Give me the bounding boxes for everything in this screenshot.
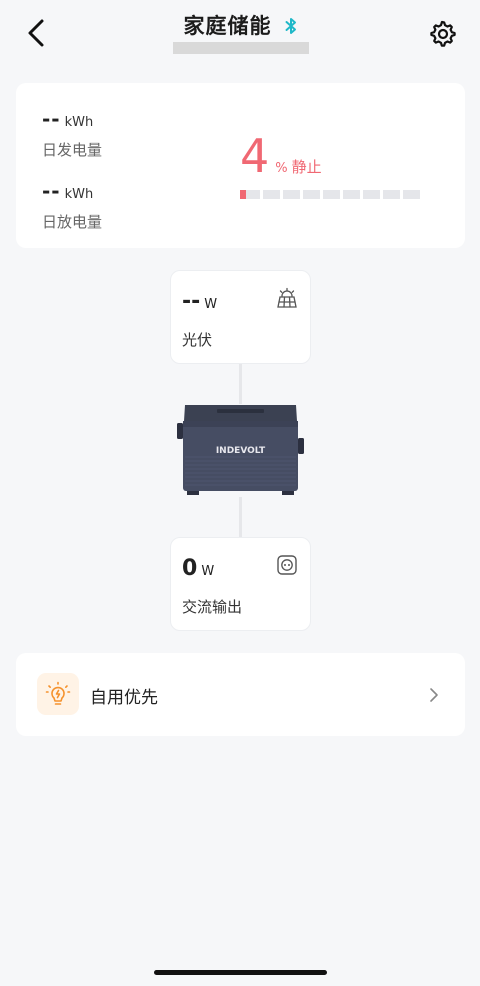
gear-icon[interactable] xyxy=(428,20,456,48)
ac-label: 交流输出 xyxy=(182,598,243,616)
lightbulb-icon xyxy=(45,681,71,705)
flow-line-ac xyxy=(239,497,242,537)
battery-segment xyxy=(303,190,320,199)
battery-percent-value: 4 xyxy=(240,129,270,183)
daily-discharge-value: -- xyxy=(42,179,61,203)
pv-unit: W xyxy=(204,297,218,312)
work-mode-row[interactable]: 自用优先 xyxy=(16,653,465,736)
battery-percent-unit: % xyxy=(275,161,288,176)
home-indicator[interactable] xyxy=(154,970,327,975)
chevron-right-icon xyxy=(430,688,438,702)
outlet-icon xyxy=(277,555,297,575)
pv-card[interactable]: -- W 光伏 xyxy=(170,270,311,364)
header-bar: 家庭储能 xyxy=(0,0,480,70)
battery-segment xyxy=(283,190,300,199)
mode-icon-badge xyxy=(37,673,79,715)
battery-level-bar xyxy=(240,190,420,199)
battery-level: 4% 静止 xyxy=(240,129,322,183)
energy-summary-card: -- kWh 日发电量 -- kWh 日放电量 4% 静止 xyxy=(16,83,465,248)
ac-value: 0 xyxy=(182,556,198,581)
flow-line-pv xyxy=(239,364,242,404)
battery-segment xyxy=(403,190,420,199)
pv-value-group: -- W xyxy=(182,289,217,314)
page-title: 家庭储能 xyxy=(183,14,272,38)
battery-segment xyxy=(263,190,280,199)
bluetooth-icon xyxy=(285,17,296,34)
daily-discharge-label: 日放电量 xyxy=(42,213,103,231)
battery-segment xyxy=(323,190,340,199)
device-name-placeholder xyxy=(173,42,309,54)
solar-panel-icon xyxy=(277,287,297,308)
ac-output-card[interactable]: 0W 交流输出 xyxy=(170,537,311,631)
battery-state: 静止 xyxy=(291,158,322,176)
battery-segment xyxy=(246,190,260,199)
title-group: 家庭储能 xyxy=(0,10,480,40)
daily-generation-label: 日发电量 xyxy=(42,141,103,159)
daily-discharge: -- kWh 日放电量 xyxy=(42,179,102,232)
battery-segment xyxy=(363,190,380,199)
battery-device-image: INDEVOLT xyxy=(177,405,304,495)
daily-generation-unit: kWh xyxy=(64,115,94,130)
device-brand-label: INDEVOLT xyxy=(216,446,266,456)
battery-segment xyxy=(343,190,360,199)
ac-value-group: 0W xyxy=(182,556,214,581)
pv-label: 光伏 xyxy=(182,331,213,349)
daily-generation-value: -- xyxy=(42,107,61,131)
daily-discharge-unit: kWh xyxy=(64,187,94,202)
mode-label: 自用优先 xyxy=(90,688,158,708)
battery-segment xyxy=(383,190,400,199)
daily-generation: -- kWh 日发电量 xyxy=(42,107,102,160)
pv-value: -- xyxy=(182,289,201,314)
ac-unit: W xyxy=(201,564,215,579)
